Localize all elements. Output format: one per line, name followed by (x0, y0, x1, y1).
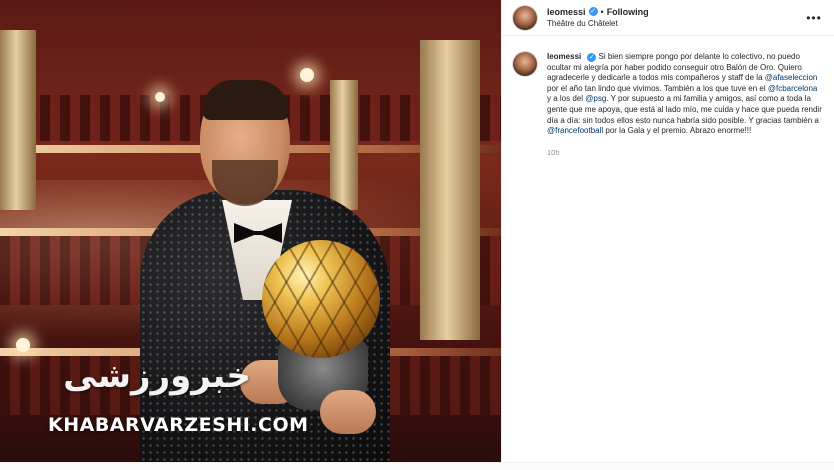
verified-icon: ✓ (587, 53, 597, 62)
post-timestamp[interactable]: 10h (547, 148, 834, 157)
theatre-lamp (16, 338, 30, 352)
more-horizontal-icon[interactable]: ••• (806, 11, 822, 25)
post-header-text: leomessi ✓ • Following Théâtre du Châtel… (547, 6, 806, 30)
caption-part: por el año tan lindo que vivimos. Tambié… (547, 83, 768, 93)
location-link[interactable]: Théâtre du Châtelet (547, 18, 806, 30)
avatar[interactable] (513, 5, 537, 30)
caption-part: por la Gala y el premio. Abrazo enorme!!… (603, 126, 752, 136)
avatar[interactable] (513, 52, 537, 76)
caption-text: leomessi ✓ Si bien siempre pongo por dela… (547, 52, 822, 137)
theatre-lamp (155, 92, 165, 102)
theatre-column (420, 40, 480, 340)
following-button[interactable]: Following (607, 6, 649, 18)
post-header: leomessi ✓ • Following Théâtre du Châtel… (502, 0, 834, 36)
verified-icon: ✓ (588, 7, 598, 16)
username-link[interactable]: leomessi (547, 6, 586, 18)
post-photo[interactable]: خبرورزشی KHABARVARZESHI.COM (0, 0, 501, 462)
theatre-column (0, 30, 36, 210)
theatre-lamp (300, 68, 314, 82)
caption-part: y a los del (547, 94, 586, 104)
caption-part: Si bien siempre pongo por delante lo col… (547, 52, 802, 83)
watermark-text: KHABARVARZESHI.COM (48, 414, 309, 436)
footer-divider (0, 462, 834, 470)
mention-link[interactable]: @fcbarcelona (768, 84, 817, 93)
separator-dot: • (600, 6, 604, 17)
header-user-row: leomessi ✓ • Following (547, 6, 806, 18)
theatre-column (330, 80, 358, 210)
instagram-post: خبرورزشی KHABARVARZESHI.COM leomessi ✓ •… (0, 0, 834, 470)
caption-comment: leomessi ✓ Si bien siempre pongo por dela… (502, 36, 834, 137)
player-hair (203, 80, 289, 120)
caption-username-link[interactable]: leomessi (547, 52, 581, 61)
mention-link[interactable]: @psg (585, 94, 606, 103)
watermark-logo: خبرورزشی (63, 356, 251, 396)
mention-link[interactable]: @afaseleccion (765, 73, 818, 82)
mention-link[interactable]: @francefootball (547, 126, 603, 135)
ballon-dor-trophy (262, 240, 380, 358)
post-side-panel: leomessi ✓ • Following Théâtre du Châtel… (501, 0, 834, 470)
